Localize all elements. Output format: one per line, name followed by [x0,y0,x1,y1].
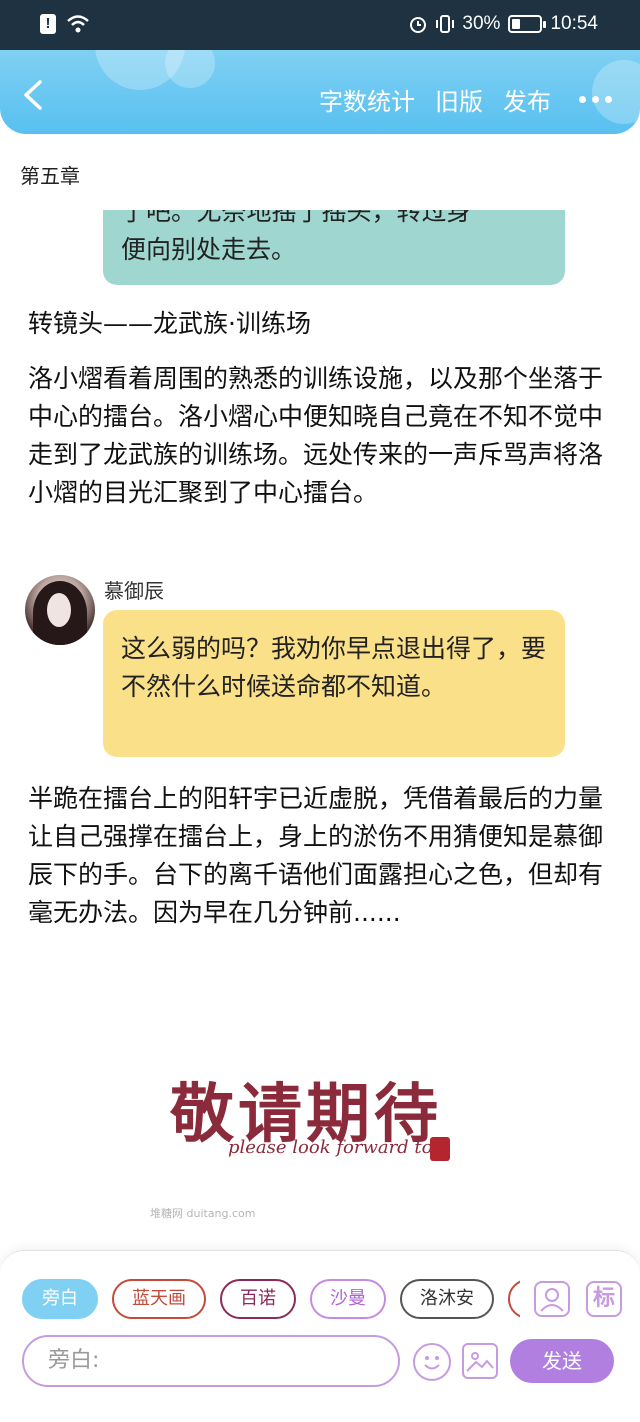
image-icon[interactable] [462,1343,498,1379]
more-icon[interactable] [579,96,612,103]
character-chip[interactable]: 百诺 [220,1279,296,1319]
dialogue-bubble-yellow[interactable]: 这么弱的吗？我劝你早点退出得了，要不然什么时候送命都不知道。 [103,610,565,757]
wifi-icon [67,15,89,33]
sticker-watermark: 堆糖网 duitang.com [150,1207,256,1220]
narration-paragraph[interactable]: 半跪在擂台上的阳轩宇已近虚脱，凭借着最后的力量让自己强撑在擂台上，身上的淤伤不用… [28,780,608,932]
status-right: 30% 10:54 [408,13,598,35]
message-input[interactable]: 旁白: [22,1335,400,1387]
composer-panel: 旁白 蓝天画 百诺 沙曼 洛沐安 标 旁白: 发送 [0,1250,640,1422]
publish-button[interactable]: 发布 [503,82,551,117]
battery-fill [512,19,521,29]
battery-percent: 30% [462,13,501,34]
chapter-title: 第五章 [20,164,80,188]
emoji-icon[interactable] [413,1343,451,1381]
header-actions: 字数统计 旧版 发布 [319,82,612,117]
alarm-icon [410,17,427,33]
speaker-name: 慕御辰 [104,579,164,603]
dialogue-bubble-green[interactable]: 了吧。”无奈地摇了摇头，转过身 便向别处走去。 [103,210,565,285]
clock: 10:54 [550,13,598,34]
old-version-button[interactable]: 旧版 [435,82,483,117]
status-left: ! [40,14,90,34]
avatar[interactable] [25,575,95,645]
character-chip[interactable]: 蓝天画 [112,1279,206,1319]
send-button[interactable]: 发送 [510,1339,614,1383]
seal-icon [430,1137,450,1161]
vibrate-icon [436,15,455,33]
battery-icon [508,15,547,33]
user-icon[interactable] [534,1281,570,1317]
sticker-image[interactable]: 敬请期待 please look forward to 堆糖网 duitang.… [140,1045,505,1225]
scene-change-text[interactable]: 转镜头——龙武族·训练场 [28,305,608,343]
app-header: 字数统计 旧版 发布 [0,50,640,134]
back-arrow-icon[interactable] [20,80,46,110]
word-count-button[interactable]: 字数统计 [319,82,415,117]
status-bar: ! 30% 10:54 [0,0,640,50]
character-chip[interactable]: 旁白 [22,1279,98,1319]
notification-icon: ! [40,14,56,34]
sticker-subtitle: please look forward to [228,1137,433,1158]
decor-bubble [165,50,215,88]
story-content: 了吧。”无奈地摇了摇头，转过身 便向别处走去。 转镜头——龙武族·训练场 洛小熠… [0,210,640,1250]
character-chip[interactable]: 洛沐安 [400,1279,494,1319]
dialogue-text: 了吧。”无奈地摇了摇头，转过身 [121,210,472,226]
character-chip[interactable] [508,1279,520,1319]
narration-paragraph[interactable]: 洛小熠看着周围的熟悉的训练设施，以及那个坐落于中心的擂台。洛小熠心中便知晓自己竟… [28,360,608,512]
dialogue-text: 便向别处走去。 [121,235,297,264]
tag-icon[interactable]: 标 [586,1281,622,1317]
character-chip[interactable]: 沙曼 [310,1279,386,1319]
character-selector: 旁白 蓝天画 百诺 沙曼 洛沐安 [22,1279,520,1321]
